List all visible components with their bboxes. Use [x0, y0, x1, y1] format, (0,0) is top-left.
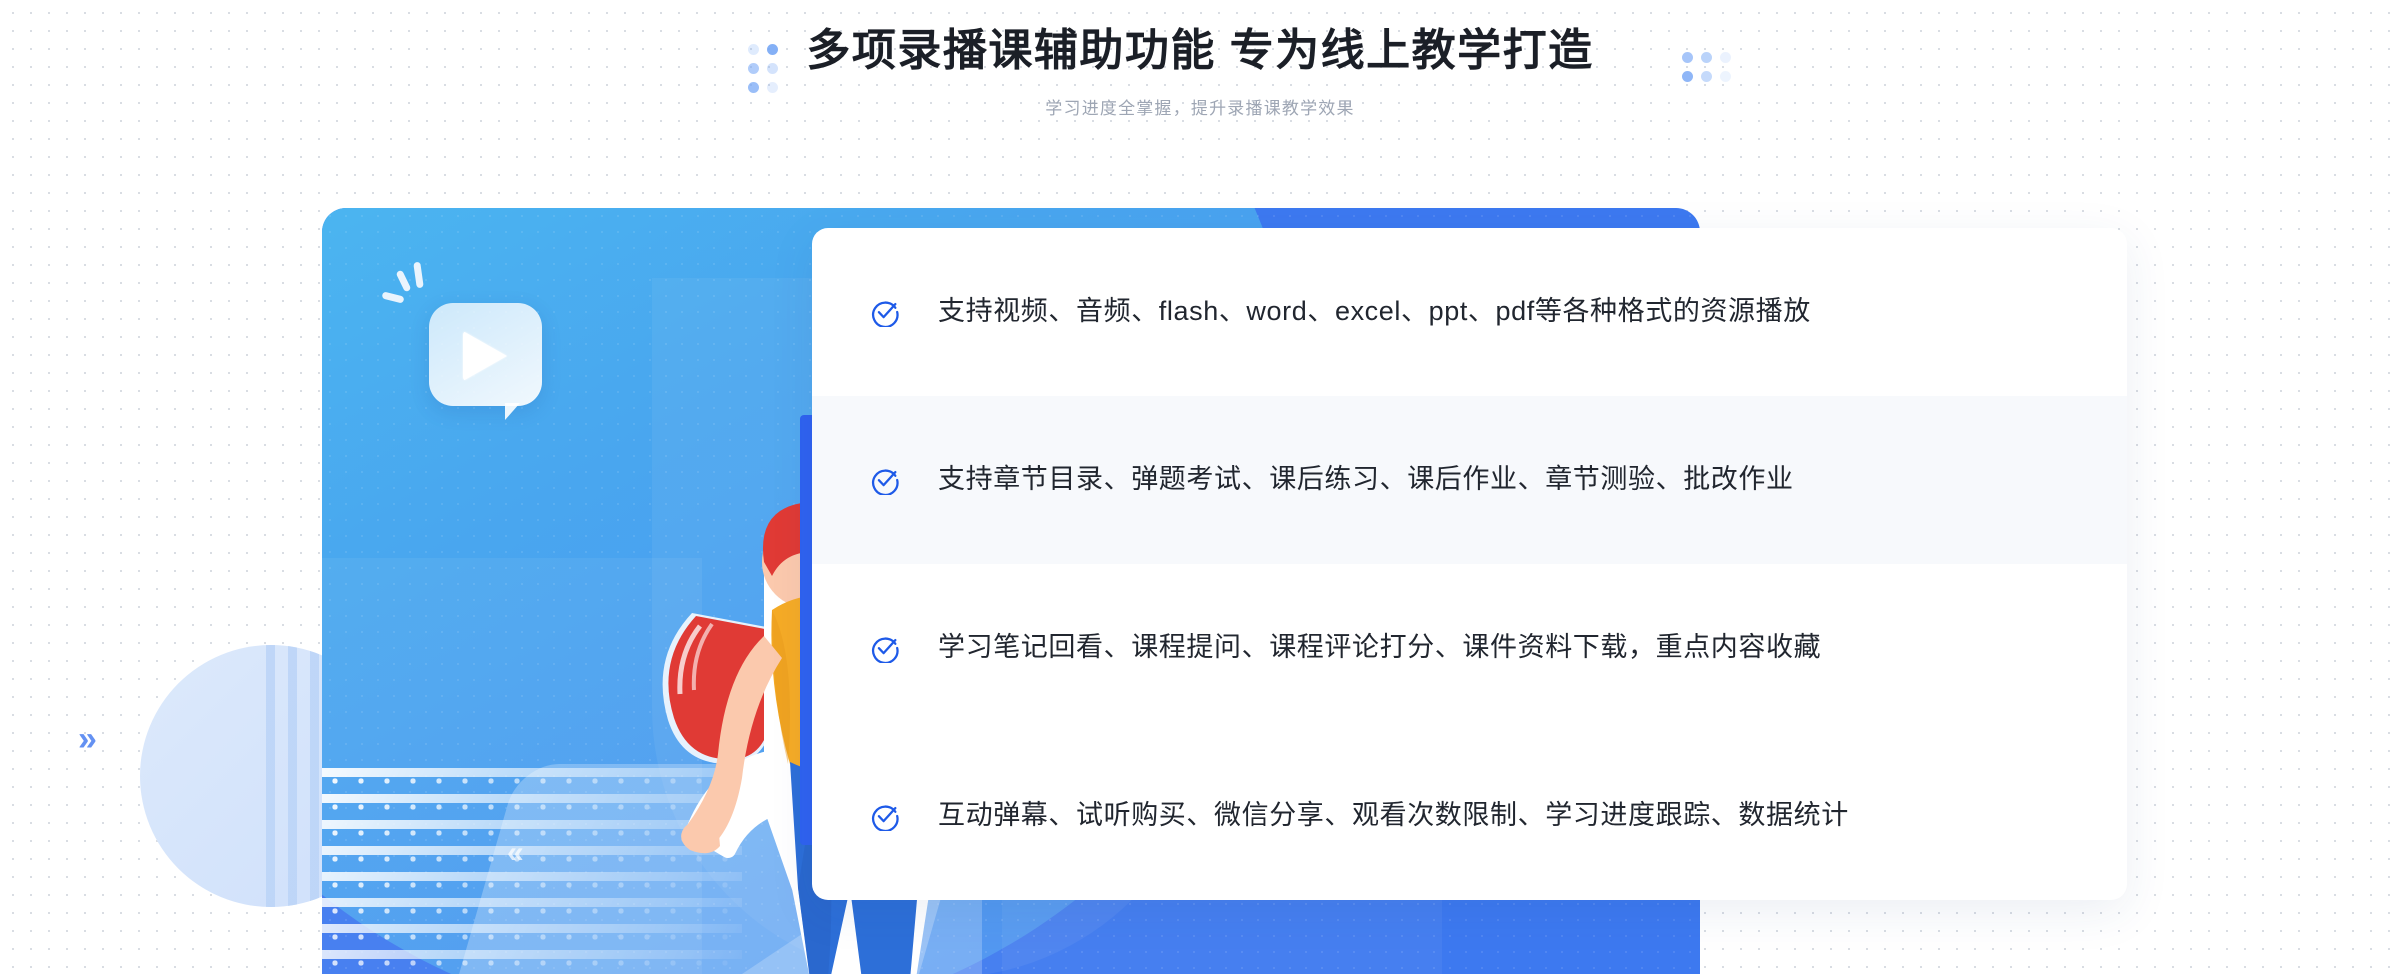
page-header: 多项录播课辅助功能 专为线上教学打造 学习进度全掌握，提升录播课教学效果	[0, 0, 2400, 160]
dot-grid-decoration-right	[1682, 52, 1731, 82]
feature-text: 支持视频、音频、flash、word、excel、ppt、pdf等各种格式的资源…	[938, 296, 1811, 327]
check-circle-icon	[872, 469, 899, 495]
page-title: 多项录播课辅助功能 专为线上教学打造	[806, 26, 1594, 75]
double-chevron-left-icon: «	[507, 836, 524, 869]
check-circle-icon	[872, 301, 899, 327]
dot-grid-decoration-left	[748, 44, 778, 93]
feature-text: 学习笔记回看、课程提问、课程评论打分、课件资料下载，重点内容收藏	[938, 632, 1822, 663]
play-button-bubble-icon	[429, 303, 542, 420]
feature-row[interactable]: 互动弹幕、试听购买、微信分享、观看次数限制、学习进度跟踪、数据统计	[812, 732, 2127, 900]
feature-list-card: 支持视频、音频、flash、word、excel、ppt、pdf等各种格式的资源…	[812, 228, 2127, 900]
feature-row[interactable]: 支持章节目录、弹题考试、课后练习、课后作业、章节测验、批改作业	[812, 396, 2127, 564]
feature-row[interactable]: 支持视频、音频、flash、word、excel、ppt、pdf等各种格式的资源…	[812, 228, 2127, 396]
feature-text: 互动弹幕、试听购买、微信分享、观看次数限制、学习进度跟踪、数据统计	[938, 800, 1849, 831]
feature-row[interactable]: 学习笔记回看、课程提问、课程评论打分、课件资料下载，重点内容收藏	[812, 564, 2127, 732]
feature-text: 支持章节目录、弹题考试、课后练习、课后作业、章节测验、批改作业	[938, 464, 1794, 495]
check-circle-icon	[872, 805, 899, 831]
double-chevron-right-icon: »	[78, 720, 97, 758]
check-circle-icon	[872, 637, 899, 663]
play-triangle-icon	[463, 331, 507, 381]
page-subtitle: 学习进度全掌握，提升录播课教学效果	[1045, 99, 1355, 119]
